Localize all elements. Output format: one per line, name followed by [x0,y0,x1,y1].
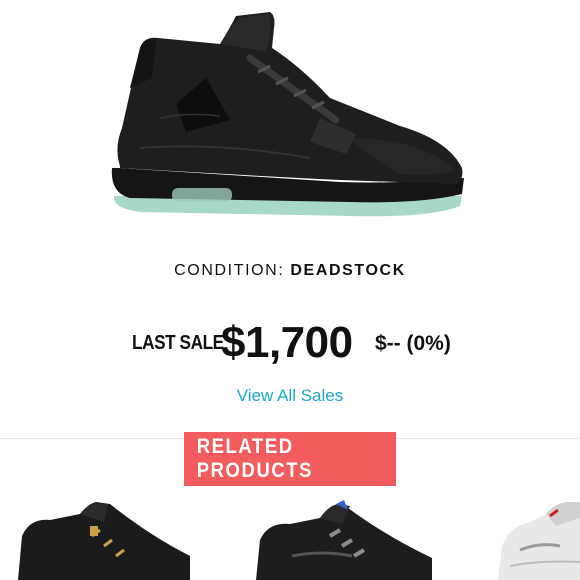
condition-value: DEADSTOCK [290,262,406,279]
last-sale-label: LAST SALE [132,332,224,354]
related-product-2[interactable] [232,496,432,580]
condition-line: CONDITION: DEADSTOCK [0,262,580,280]
related-products-title: RELATED PRODUCTS [196,435,314,482]
black-grey-sneaker-icon [256,500,432,580]
view-all-sales-link[interactable]: View All Sales [0,386,580,406]
related-product-3[interactable] [480,496,580,580]
related-product-1[interactable] [0,496,190,580]
related-products-banner: RELATED PRODUCTS [184,432,396,486]
last-sale-row: LAST SALE $1,700 $-- (0%) [0,318,580,372]
condition-label: CONDITION: [174,262,285,279]
black-gold-sneaker-icon [18,502,190,580]
black-sneaker-icon [111,12,465,217]
last-sale-price: $1,700 [221,318,353,367]
price-change: $-- (0%) [375,332,451,355]
product-image [100,8,480,223]
white-cement-sneaker-icon [498,502,580,580]
